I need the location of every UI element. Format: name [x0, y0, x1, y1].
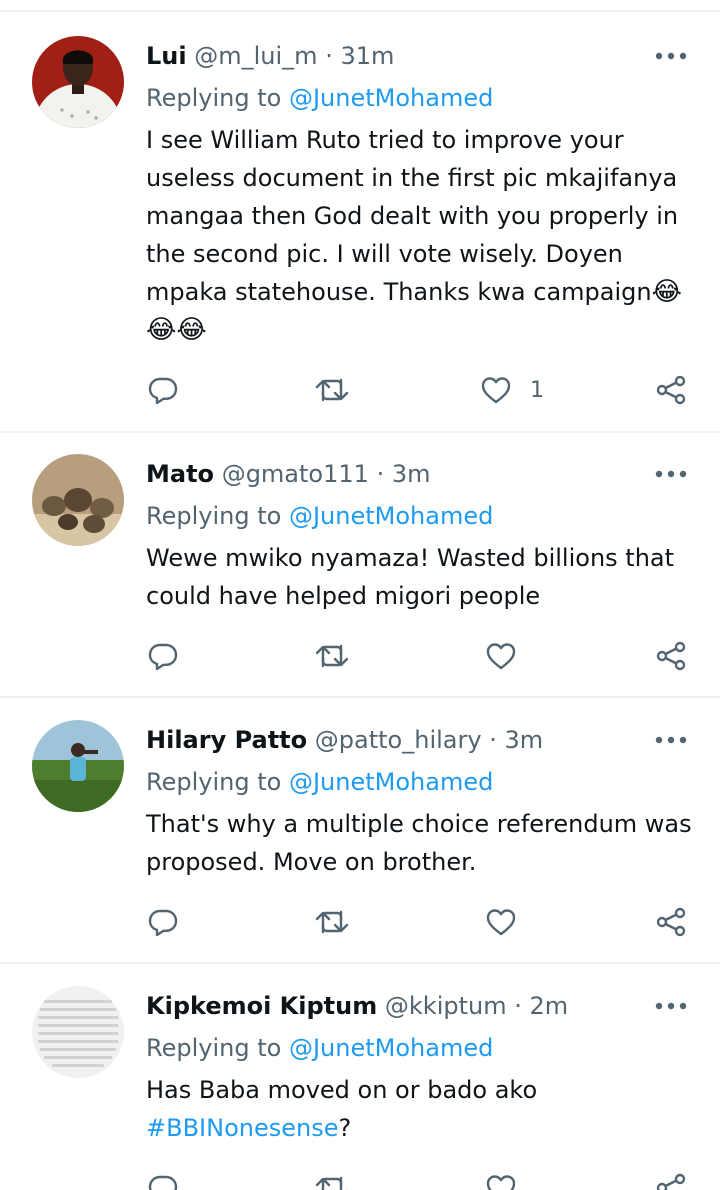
speech-bubble-icon: [148, 641, 178, 671]
mention-link[interactable]: @JunetMohamed: [289, 502, 493, 530]
share-button[interactable]: [655, 1168, 687, 1190]
avatar[interactable]: [32, 454, 124, 546]
heart-icon: [480, 375, 512, 405]
timestamp[interactable]: 3m: [392, 460, 431, 488]
tweet[interactable]: Mato @gmato111 · 3m Replying to @JunetMo…: [0, 432, 720, 696]
mention-link[interactable]: @JunetMohamed: [289, 1034, 493, 1062]
heart-icon: [485, 641, 517, 671]
share-icon: [655, 906, 687, 938]
user-handle[interactable]: @gmato111: [222, 460, 369, 488]
retweet-arrows-icon: [314, 907, 350, 937]
display-name[interactable]: Lui: [146, 42, 187, 70]
action-bar: [0, 1168, 720, 1190]
speech-bubble-icon: [148, 375, 178, 405]
reply-button[interactable]: [148, 1168, 178, 1190]
separator: ·: [325, 42, 333, 70]
tweet-text: Has Baba moved on or bado ako #BBINonese…: [146, 1071, 566, 1147]
retweet-arrows-icon: [314, 641, 350, 671]
more-options-icon[interactable]: [654, 733, 688, 747]
tweet-header: Kipkemoi Kiptum @kkiptum · 2m: [146, 989, 568, 1023]
share-button[interactable]: [655, 370, 687, 410]
tweet-header: Mato @gmato111 · 3m: [146, 457, 431, 491]
like-button[interactable]: 1: [480, 370, 544, 410]
more-options-icon[interactable]: [654, 999, 688, 1013]
tweet-header: Lui @m_lui_m · 31m: [146, 39, 394, 73]
like-button[interactable]: [485, 1168, 517, 1190]
tweet-text-trailing: ?: [338, 1114, 352, 1142]
separator: ·: [376, 460, 385, 488]
share-icon: [655, 374, 687, 406]
more-options-icon[interactable]: [654, 49, 688, 63]
action-bar: [0, 636, 720, 676]
separator: ·: [514, 992, 522, 1020]
tweet[interactable]: Lui @m_lui_m · 31m Replying to @JunetMoh…: [0, 0, 720, 432]
hashtag-link[interactable]: #BBINonesense: [146, 1114, 338, 1142]
like-button[interactable]: [485, 636, 517, 676]
timestamp[interactable]: 3m: [505, 726, 544, 754]
replying-label: Replying to: [146, 1034, 282, 1062]
tweet[interactable]: Kipkemoi Kiptum @kkiptum · 2m Replying t…: [0, 964, 720, 1190]
tweet-text-content: Has Baba moved on or bado ako: [146, 1076, 538, 1104]
replying-to: Replying to @JunetMohamed: [146, 499, 493, 533]
avatar[interactable]: [32, 986, 124, 1078]
timestamp[interactable]: 2m: [530, 992, 569, 1020]
mention-link[interactable]: @JunetMohamed: [289, 84, 493, 112]
retweet-button[interactable]: [314, 636, 350, 676]
more-options-icon[interactable]: [654, 467, 688, 481]
replying-label: Replying to: [146, 84, 282, 112]
replying-to: Replying to @JunetMohamed: [146, 81, 493, 115]
mention-link[interactable]: @JunetMohamed: [289, 768, 493, 796]
user-handle[interactable]: @m_lui_m: [194, 42, 317, 70]
speech-bubble-icon: [148, 1173, 178, 1190]
heart-icon: [485, 907, 517, 937]
retweet-button[interactable]: [314, 370, 350, 410]
share-button[interactable]: [655, 902, 687, 942]
tweet-text: Wewe mwiko nyamaza! Wasted billions that…: [146, 539, 706, 615]
display-name[interactable]: Hilary Patto: [146, 726, 307, 754]
like-count: 1: [530, 377, 544, 403]
display-name[interactable]: Kipkemoi Kiptum: [146, 992, 377, 1020]
user-handle[interactable]: @patto_hilary: [315, 726, 482, 754]
display-name[interactable]: Mato: [146, 460, 214, 488]
share-icon: [655, 640, 687, 672]
reply-button[interactable]: [148, 370, 178, 410]
action-bar: 1: [0, 370, 720, 410]
retweet-button[interactable]: [314, 902, 350, 942]
user-handle[interactable]: @kkiptum: [385, 992, 507, 1020]
share-icon: [655, 1172, 687, 1190]
speech-bubble-icon: [148, 907, 178, 937]
tweet-text: That's why a multiple choice referendum …: [146, 805, 706, 881]
retweet-button[interactable]: [314, 1168, 350, 1190]
replying-label: Replying to: [146, 502, 282, 530]
heart-icon: [485, 1173, 517, 1190]
action-bar: [0, 902, 720, 942]
replying-label: Replying to: [146, 768, 282, 796]
tweet-text-content: Wewe mwiko nyamaza! Wasted billions that…: [146, 544, 675, 610]
like-button[interactable]: [485, 902, 517, 942]
retweet-arrows-icon: [314, 1173, 350, 1190]
avatar[interactable]: [32, 36, 124, 128]
tweet-text-content: I see William Ruto tried to improve your…: [146, 126, 679, 306]
avatar[interactable]: [32, 720, 124, 812]
replying-to: Replying to @JunetMohamed: [146, 765, 493, 799]
retweet-arrows-icon: [314, 375, 350, 405]
tweet-text-content: That's why a multiple choice referendum …: [146, 810, 692, 876]
separator: ·: [489, 726, 497, 754]
reply-button[interactable]: [148, 902, 178, 942]
timestamp[interactable]: 31m: [340, 42, 394, 70]
reply-button[interactable]: [148, 636, 178, 676]
replying-to: Replying to @JunetMohamed: [146, 1031, 493, 1065]
tweet-text: I see William Ruto tried to improve your…: [146, 121, 706, 349]
share-button[interactable]: [655, 636, 687, 676]
tweet[interactable]: Hilary Patto @patto_hilary · 3m Replying…: [0, 698, 720, 964]
tweet-header: Hilary Patto @patto_hilary · 3m: [146, 723, 543, 757]
